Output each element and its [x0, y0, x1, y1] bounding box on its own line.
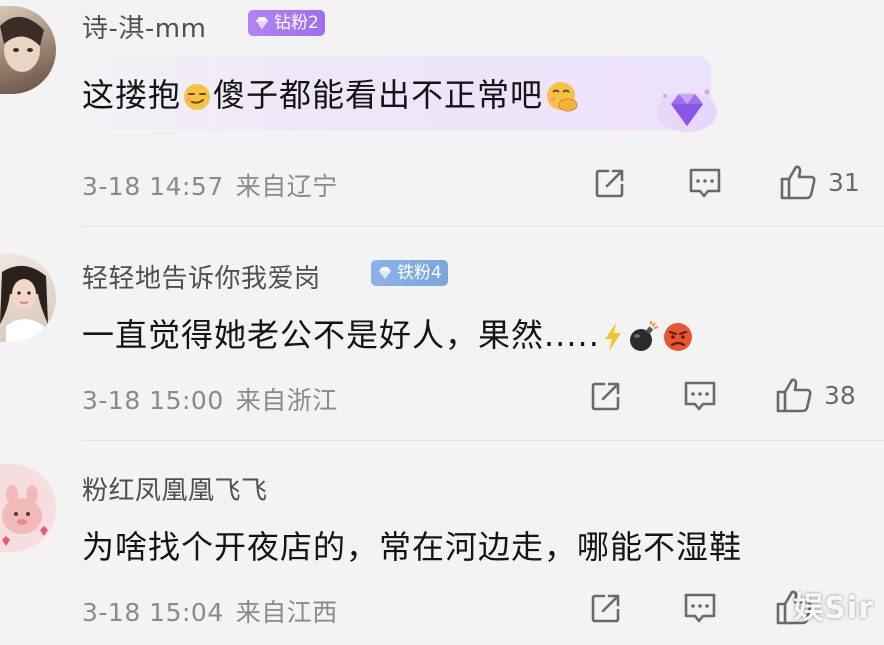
share-button[interactable]: [589, 379, 623, 413]
comment-item: 轻轻地告诉你我爱岗 铁粉4 一直觉得她老公不是好人，果然..... 3-18 1…: [0, 226, 884, 438]
comment-date: 3-18 14:57: [82, 172, 224, 201]
diamond-icon: [256, 17, 268, 29]
like-count: 38: [824, 380, 856, 410]
bomb-emoji: [629, 321, 659, 351]
comment-item: 粉红凤凰凰飞飞 为啥找个开夜店的，常在河边走，哪能不湿鞋 3-18 15:04 来…: [0, 440, 884, 645]
hand-over-mouth-emoji: [547, 82, 578, 112]
username[interactable]: 轻轻地告诉你我爱岗: [82, 258, 321, 295]
comment-item: 诗-淇-mm 钻粉2 这搂抱 傻子都能看出不正常吧 3-18 14:57 来自辽宁: [0, 0, 884, 215]
like-icon: [776, 378, 812, 413]
username[interactable]: 粉红凤凰凰飞飞: [82, 470, 268, 507]
avatar[interactable]: [0, 6, 56, 94]
diamond-icon: [379, 267, 391, 279]
comment-date: 3-18 15:04: [82, 598, 224, 627]
smirk-face-emoji: [184, 84, 211, 110]
comment-meta: 3-18 15:00 来自浙江: [82, 381, 338, 417]
badge-label: 铁粉4: [397, 263, 442, 283]
angry-face-emoji: [663, 323, 692, 351]
comment-text-part: 傻子都能看出不正常吧: [213, 76, 544, 114]
share-button[interactable]: [589, 591, 623, 625]
comment-location: 来自江西: [235, 598, 338, 627]
reply-button[interactable]: [682, 379, 718, 413]
comment-text-part: 为啥找个开夜店的，常在河边走，哪能不湿鞋: [82, 528, 743, 566]
like-icon: [780, 165, 816, 200]
comment-location: 来自辽宁: [235, 172, 338, 201]
watermark: 娱Sir: [793, 591, 874, 626]
diamond-decoration-icon: [657, 89, 717, 132]
lightning-emoji: [604, 323, 621, 351]
badge-label: 钻粉2: [274, 13, 319, 33]
share-icon: [591, 594, 620, 623]
like-button[interactable]: 38: [774, 376, 856, 414]
reply-button[interactable]: [682, 591, 718, 625]
reply-button[interactable]: [687, 166, 723, 200]
comment-text: 为啥找个开夜店的，常在河边走，哪能不湿鞋: [82, 522, 742, 568]
comment-text-part: 这搂抱: [82, 76, 182, 114]
username[interactable]: 诗-淇-mm: [82, 8, 206, 45]
comment-icon: [684, 381, 716, 411]
comment-meta: 3-18 15:04 来自江西: [82, 593, 338, 629]
comment-text: 这搂抱 傻子都能看出不正常吧: [82, 70, 579, 116]
fan-badge: 铁粉4: [371, 260, 448, 286]
comment-date: 3-18 15:00: [82, 386, 224, 415]
share-icon: [591, 382, 620, 411]
like-count: 31: [828, 167, 860, 197]
avatar[interactable]: [0, 464, 56, 552]
comment-meta: 3-18 14:57 来自辽宁: [82, 167, 338, 203]
share-icon: [595, 169, 624, 198]
comment-icon: [684, 593, 716, 623]
avatar[interactable]: [0, 254, 56, 342]
like-button[interactable]: 31: [778, 163, 860, 201]
fan-badge: 钻粉2: [248, 10, 325, 36]
share-button[interactable]: [593, 166, 627, 200]
comment-icon: [689, 168, 721, 198]
comment-location: 来自浙江: [235, 386, 338, 415]
comment-text-part: 一直觉得她老公不是好人，果然.....: [82, 316, 600, 354]
comment-text: 一直觉得她老公不是好人，果然.....: [82, 310, 696, 356]
